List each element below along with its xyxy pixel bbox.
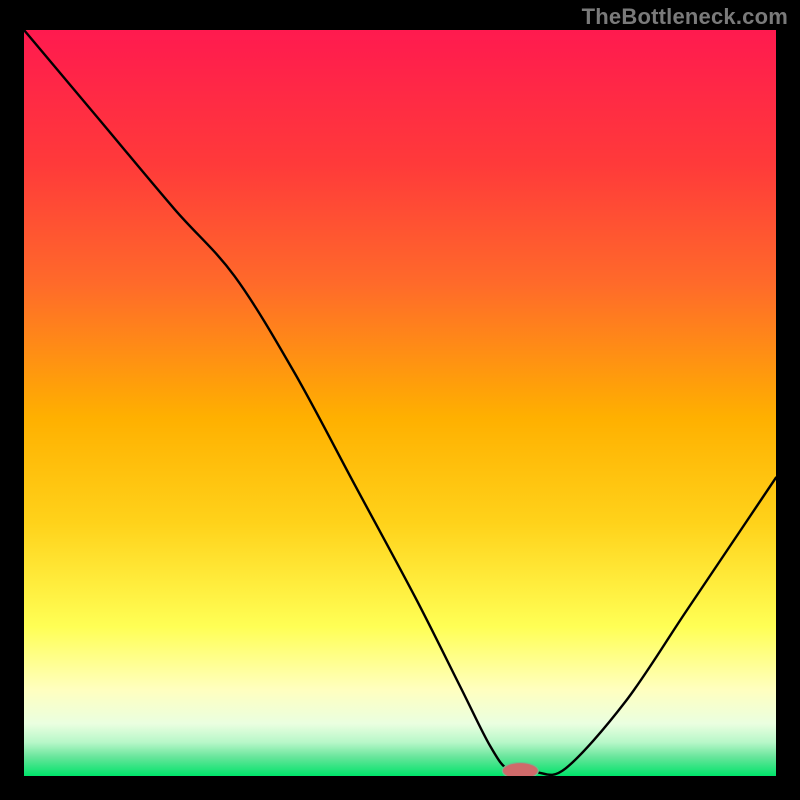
watermark-text: TheBottleneck.com [582,4,788,30]
optimal-marker [502,763,538,776]
chart-svg [24,30,776,776]
plot-area [24,30,776,776]
gradient-background [24,30,776,776]
chart-frame: TheBottleneck.com [0,0,800,800]
